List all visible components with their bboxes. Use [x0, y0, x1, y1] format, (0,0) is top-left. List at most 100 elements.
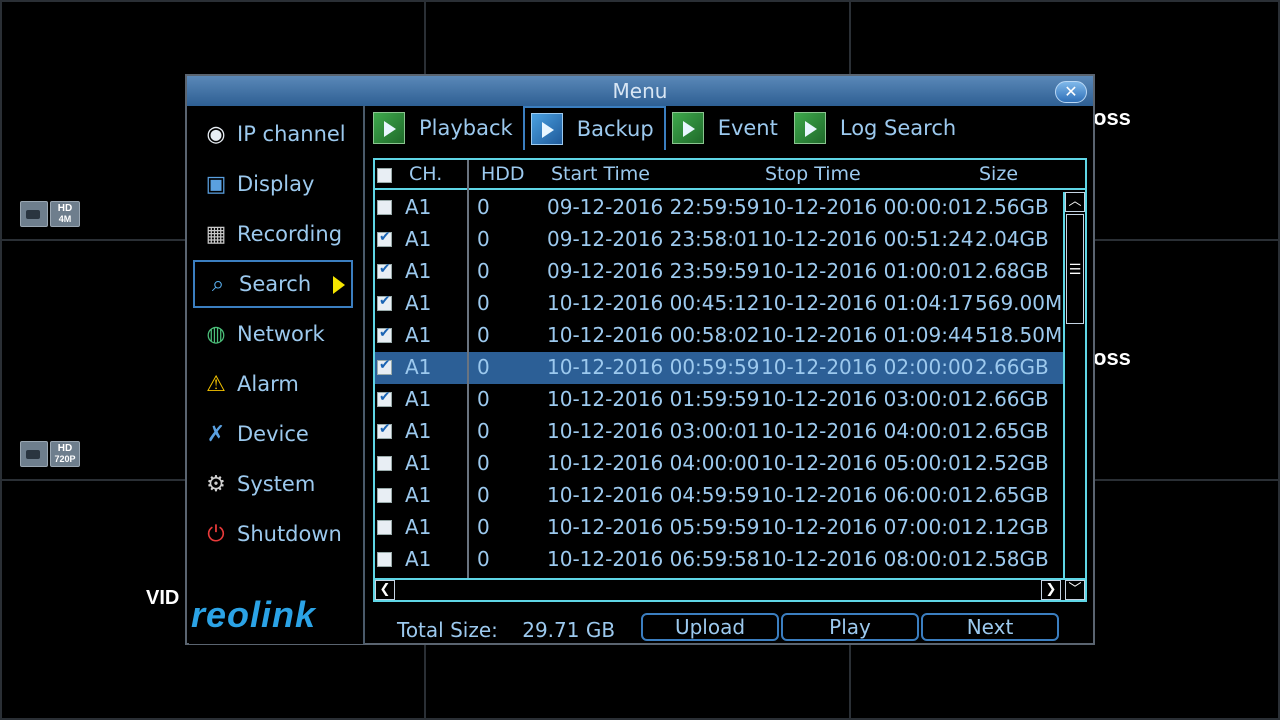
cell-stop-time: 10-12-2016 01:00:01 — [761, 259, 974, 283]
chevron-right-icon: ❯ — [1045, 582, 1057, 597]
row-checkbox[interactable] — [377, 357, 392, 375]
table-row[interactable]: A1 0 10-12-2016 04:59:59 10-12-2016 06:00:0… — [375, 480, 1065, 512]
cell-size: 2.65GB — [975, 419, 1049, 443]
sidebar-item-label: Device — [237, 422, 309, 446]
table-row[interactable]: A1 0 10-12-2016 00:59:5910-12-2016 02:00:0… — [375, 352, 1065, 384]
cell-size: 2.65GB — [975, 483, 1049, 507]
sidebar: ◉ IP channel ▣ Display ▦ Recording ⌕ Sea… — [189, 106, 365, 644]
column-header-start-time: Start Time — [551, 163, 650, 185]
scroll-up-button[interactable]: ︿ — [1065, 192, 1085, 212]
tab-event[interactable]: Event — [666, 106, 788, 150]
tab-playback[interactable]: Playback — [367, 106, 523, 150]
next-button[interactable]: Next — [921, 613, 1059, 641]
menu-window: Menu ✕ ◉ IP channel ▣ Display ▦ Recordin… — [185, 74, 1095, 645]
scroll-right-button[interactable]: ❯ — [1041, 580, 1061, 600]
cell-start-time: 10-12-2016 01:59:59 — [547, 387, 760, 411]
search-icon: ⌕ — [211, 271, 225, 297]
row-checkbox[interactable] — [377, 261, 392, 279]
column-header-ch: CH. — [409, 163, 443, 185]
sidebar-item-label: Shutdown — [237, 522, 342, 546]
sidebar-item-ip-channel[interactable]: ◉ IP channel — [193, 110, 353, 158]
cell-hdd: 0 — [477, 259, 490, 283]
sidebar-item-alarm[interactable]: ⚠ Alarm — [193, 360, 353, 408]
row-checkbox[interactable] — [377, 421, 392, 439]
cell-size: 2.58GB — [975, 547, 1049, 571]
cell-hdd: 0 — [477, 451, 490, 475]
cell-size: 518.50MB — [975, 323, 1065, 347]
vertical-scrollbar[interactable]: ︿ ☰ — [1063, 192, 1085, 580]
row-checkbox[interactable] — [377, 229, 392, 247]
row-checkbox[interactable] — [377, 488, 392, 503]
close-button[interactable]: ✕ — [1055, 81, 1087, 103]
row-checkbox[interactable] — [377, 389, 392, 407]
sidebar-item-recording[interactable]: ▦ Recording — [193, 210, 353, 258]
cell-start-time: 10-12-2016 00:59:59 — [547, 355, 760, 379]
cell-stop-time: 10-12-2016 07:00:01 — [761, 515, 974, 539]
sidebar-item-shutdown[interactable]: ⏻ Shutdown — [193, 510, 353, 558]
cell-hdd: 0 — [477, 355, 490, 379]
scroll-down-button[interactable]: ﹀ — [1065, 580, 1085, 600]
hd-badge: HD 4M — [50, 201, 80, 227]
camera-icon — [20, 201, 48, 227]
select-all-checkbox[interactable] — [377, 168, 392, 183]
cell-start-time: 10-12-2016 04:59:59 — [547, 483, 760, 507]
sidebar-item-device[interactable]: ✗ Device — [193, 410, 353, 458]
sidebar-item-search[interactable]: ⌕ Search — [193, 260, 353, 308]
table-row[interactable]: A1 0 09-12-2016 23:58:0110-12-2016 00:51:2… — [375, 224, 1065, 256]
row-checkbox[interactable] — [377, 520, 392, 535]
row-checkbox[interactable] — [377, 552, 392, 567]
column-divider — [467, 160, 469, 580]
cell-start-time: 10-12-2016 04:00:00 — [547, 451, 760, 475]
cell-stop-time: 10-12-2016 01:04:17 — [761, 291, 974, 315]
sidebar-item-display[interactable]: ▣ Display — [193, 160, 353, 208]
cell-hdd: 0 — [477, 195, 490, 219]
cell-ch: A1 — [405, 419, 432, 443]
sidebar-item-label: Search — [239, 272, 312, 296]
cell-stop-time: 10-12-2016 02:00:00 — [761, 355, 974, 379]
tab-log-search[interactable]: Log Search — [788, 106, 966, 150]
display-icon: ▣ — [205, 171, 227, 197]
sidebar-item-system[interactable]: ⚙ System — [193, 460, 353, 508]
table-row[interactable]: A1 0 10-12-2016 03:00:0110-12-2016 04:00:0… — [375, 416, 1065, 448]
sidebar-item-network[interactable]: ◍ Network — [193, 310, 353, 358]
cell-ch: A1 — [405, 259, 432, 283]
row-checkbox[interactable] — [377, 325, 392, 343]
tab-backup[interactable]: Backup — [522, 106, 666, 150]
cell-ch: A1 — [405, 387, 432, 411]
table-row[interactable]: A1 0 10-12-2016 00:58:0210-12-2016 01:09:4… — [375, 320, 1065, 352]
sidebar-item-label: IP channel — [237, 122, 346, 146]
cell-ch: A1 — [405, 515, 432, 539]
table-row[interactable]: A1 0 10-12-2016 06:59:58 10-12-2016 08:00:0… — [375, 544, 1065, 576]
table-row[interactable]: A1 0 09-12-2016 22:59:59 10-12-2016 00:00:0… — [375, 192, 1065, 224]
column-header-hdd: HDD — [481, 163, 525, 185]
table-row[interactable]: A1 0 10-12-2016 01:59:5910-12-2016 03:00:0… — [375, 384, 1065, 416]
horizontal-scrollbar[interactable]: ❮ ❯ ﹀ — [375, 578, 1085, 600]
playback-icon — [373, 112, 405, 144]
row-checkbox[interactable] — [377, 456, 392, 471]
row-checkbox[interactable] — [377, 200, 392, 215]
channel-label: VID — [140, 585, 186, 612]
upload-button[interactable]: Upload — [641, 613, 779, 641]
cell-stop-time: 10-12-2016 05:00:01 — [761, 451, 974, 475]
cell-size: 2.12GB — [975, 515, 1049, 539]
cell-hdd: 0 — [477, 483, 490, 507]
cell-start-time: 10-12-2016 06:59:58 — [547, 547, 760, 571]
row-checkbox[interactable] — [377, 293, 392, 311]
table-row[interactable]: A1 0 09-12-2016 23:59:5910-12-2016 01:00:0… — [375, 256, 1065, 288]
scroll-left-button[interactable]: ❮ — [375, 580, 395, 600]
table-row[interactable]: A1 0 10-12-2016 04:00:00 10-12-2016 05:00:0… — [375, 448, 1065, 480]
chevron-left-icon: ❮ — [379, 582, 391, 597]
table-row[interactable]: A1 0 10-12-2016 05:59:59 10-12-2016 07:00:0… — [375, 512, 1065, 544]
backup-icon — [530, 113, 563, 145]
cell-hdd: 0 — [477, 547, 490, 571]
cell-start-time: 09-12-2016 23:59:59 — [547, 259, 760, 283]
camera-resolution-badge: HD 4M — [20, 201, 80, 227]
play-button[interactable]: Play — [781, 613, 919, 641]
log-search-icon — [793, 112, 826, 144]
cell-stop-time: 10-12-2016 04:00:01 — [761, 419, 974, 443]
close-icon: ✕ — [1064, 82, 1078, 101]
scroll-thumb[interactable]: ☰ — [1066, 214, 1084, 324]
table-row[interactable]: A1 0 10-12-2016 00:45:1210-12-2016 01:04:1… — [375, 288, 1065, 320]
brand-logo: reolink — [191, 594, 317, 635]
cell-ch: A1 — [405, 451, 432, 475]
